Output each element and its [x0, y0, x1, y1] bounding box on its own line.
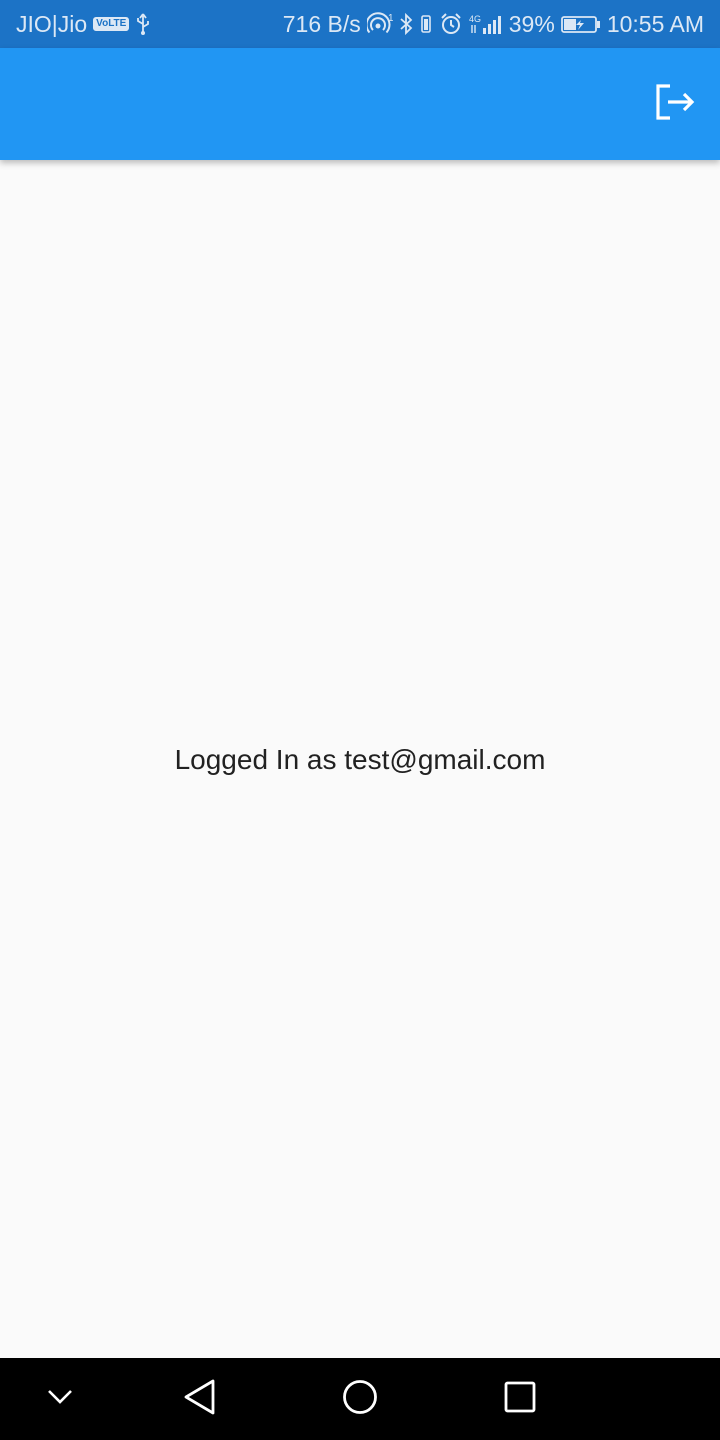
hotspot-count: 1 — [388, 13, 393, 24]
battery-icon — [560, 12, 601, 36]
volte-badge: VoLTE — [93, 17, 130, 31]
battery-percent: 39% — [508, 10, 555, 37]
collapse-button[interactable] — [10, 1358, 110, 1440]
navigation-bar — [0, 1358, 720, 1440]
logout-button[interactable] — [644, 72, 708, 136]
status-bar: JIO|Jio VoLTE 716 B/s 1 4G 39% 10:55 AM — [0, 0, 720, 48]
status-left: JIO|Jio VoLTE — [16, 11, 151, 38]
bluetooth-icon — [399, 12, 413, 36]
back-triangle-icon — [183, 1378, 217, 1421]
home-circle-icon — [341, 1378, 379, 1421]
alarm-icon — [439, 12, 463, 36]
logged-in-message: Logged In as test@gmail.com — [174, 744, 546, 775]
screen: JIO|Jio VoLTE 716 B/s 1 4G 39% 10:55 AM … — [0, 0, 720, 1440]
chevron-down-icon — [45, 1387, 75, 1412]
hotspot-icon: 1 — [366, 12, 393, 36]
network-speed: 716 B/s — [282, 10, 361, 37]
home-button[interactable] — [310, 1358, 410, 1440]
logout-icon — [654, 82, 698, 127]
recents-square-icon — [503, 1380, 537, 1419]
app-bar — [0, 48, 720, 160]
status-right: 716 B/s 1 4G 39% 10:55 AM — [283, 11, 704, 38]
back-button[interactable] — [150, 1358, 250, 1440]
carrier-label: JIO|Jio — [16, 10, 88, 37]
recents-button[interactable] — [470, 1358, 570, 1440]
usb-icon — [135, 12, 151, 36]
main-content: Logged In as test@gmail.com — [0, 160, 720, 1358]
vibrate-icon — [419, 12, 433, 36]
signal-icon: 4G — [469, 12, 503, 36]
clock: 10:55 AM — [606, 10, 704, 37]
network-type: 4G — [469, 14, 481, 24]
